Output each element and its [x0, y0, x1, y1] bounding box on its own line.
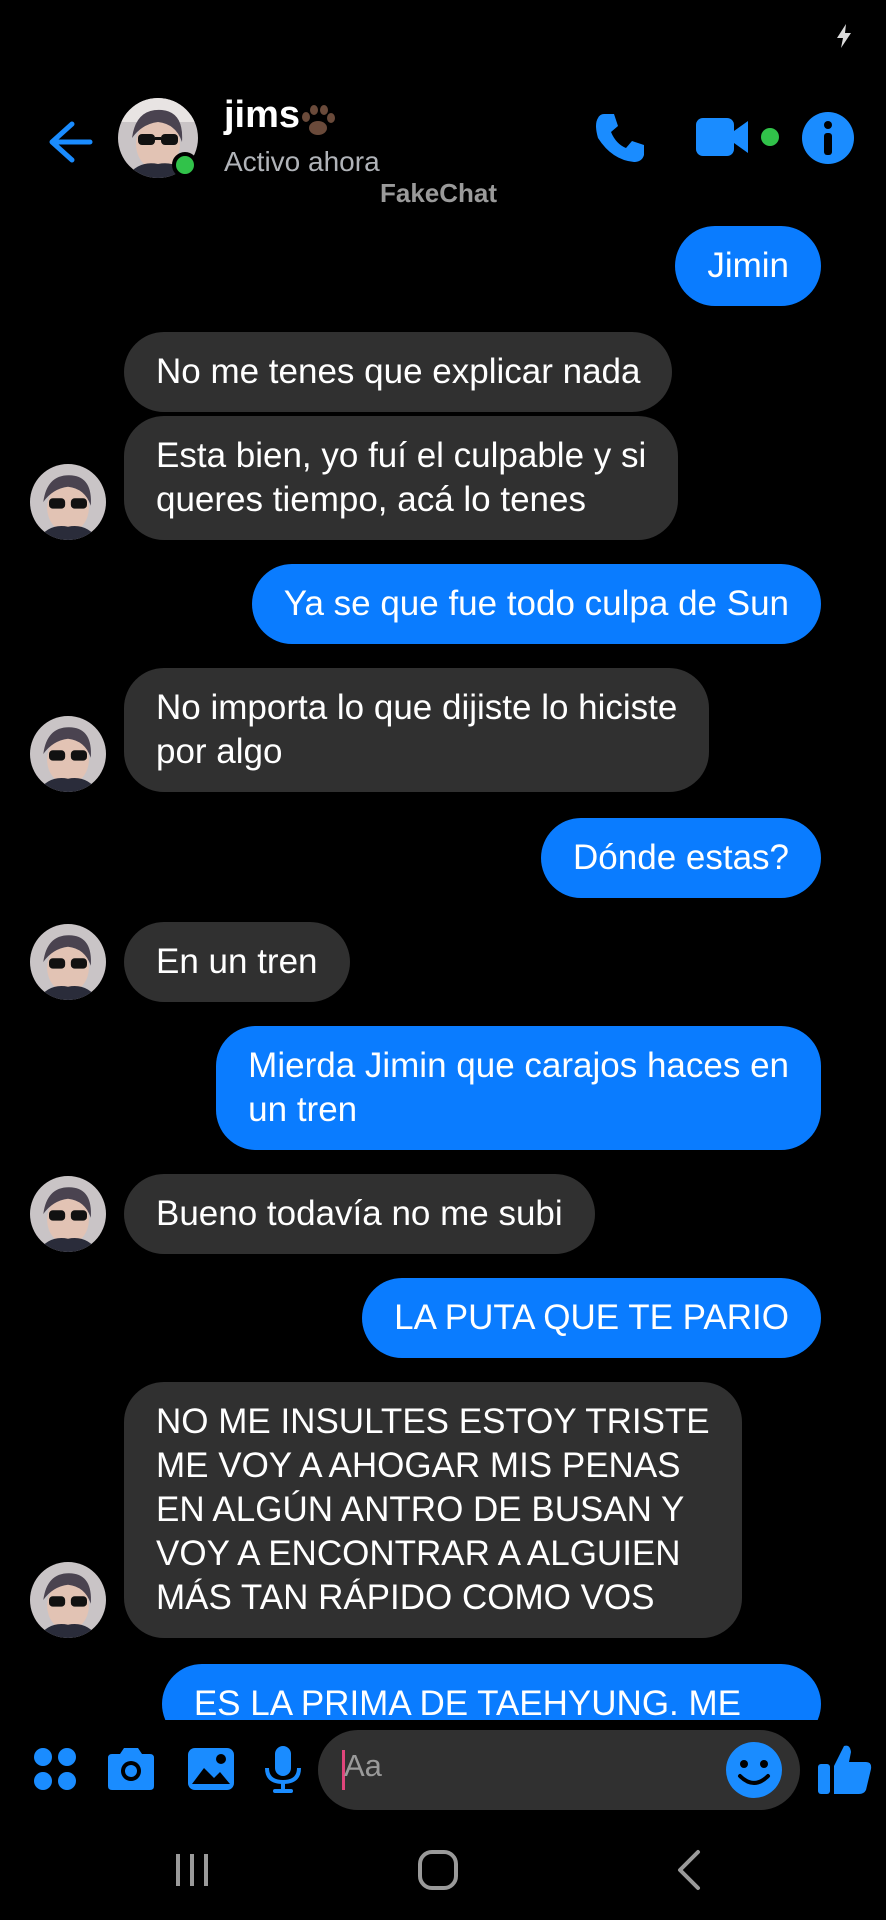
message-bubble-incoming[interactable]: Bueno todavía no me subi	[124, 1174, 595, 1254]
emoji-icon[interactable]	[722, 1738, 786, 1802]
message-bubble-outgoing[interactable]: Mierda Jimin que carajos haces en un tre…	[216, 1026, 821, 1150]
message-bubble-incoming[interactable]: No importa lo que dijiste lo hiciste por…	[124, 668, 710, 792]
recent-apps-icon[interactable]	[172, 1850, 212, 1890]
phone-icon[interactable]	[590, 108, 650, 168]
contact-status: Activo ahora	[224, 146, 380, 177]
contact-avatar-small[interactable]	[30, 1176, 106, 1252]
back-chevron-icon[interactable]	[672, 1848, 704, 1892]
message-composer: Aa	[0, 1720, 886, 1820]
message-bubble-incoming[interactable]: No me tenes que explicar nada	[124, 332, 673, 412]
chat-header: jims Activo ahora FakeChat	[0, 90, 886, 220]
contact-avatar-small[interactable]	[30, 924, 106, 1000]
message-bubble-incoming[interactable]: Esta bien, yo fuí el culpable y si quere…	[124, 416, 679, 540]
online-status-dot	[172, 152, 198, 178]
microphone-icon[interactable]	[256, 1742, 310, 1796]
message-bubble-outgoing[interactable]: Jimin	[675, 226, 821, 306]
message-list[interactable]: Jimin No me tenes que explicar nada Esta…	[0, 222, 886, 1720]
message-bubble-outgoing[interactable]: Dónde estas?	[541, 818, 821, 898]
video-camera-icon[interactable]	[692, 112, 782, 162]
message-bubble-outgoing[interactable]: ES LA PRIMA DE TAEHYUNG. ME	[161, 1664, 821, 1720]
camera-icon[interactable]	[104, 1742, 158, 1796]
charging-icon	[837, 24, 851, 48]
info-icon[interactable]	[800, 110, 856, 166]
image-icon[interactable]	[184, 1742, 238, 1796]
contact-avatar-small[interactable]	[30, 464, 106, 540]
system-nav-bar	[0, 1820, 886, 1920]
message-bubble-incoming[interactable]: En un tren	[124, 922, 350, 1002]
watermark: FakeChat	[380, 178, 498, 208]
message-input-placeholder: Aa	[344, 1748, 382, 1783]
message-bubble-outgoing[interactable]: Ya se que fue todo culpa de Sun	[251, 564, 821, 644]
message-bubble-incoming[interactable]: NO ME INSULTES ESTOY TRISTE ME VOY A AHO…	[124, 1382, 742, 1638]
message-bubble-outgoing[interactable]: LA PUTA QUE TE PARIO	[362, 1278, 821, 1358]
contact-avatar-small[interactable]	[30, 1562, 106, 1638]
back-arrow-icon[interactable]	[38, 112, 98, 172]
home-icon[interactable]	[416, 1848, 460, 1892]
contact-avatar-small[interactable]	[30, 716, 106, 792]
message-input[interactable]: Aa	[318, 1730, 800, 1810]
thumbs-up-icon[interactable]	[816, 1740, 874, 1798]
four-dots-icon[interactable]	[28, 1742, 82, 1796]
contact-name[interactable]: jims	[224, 94, 300, 137]
paw-icon	[302, 105, 335, 135]
status-bar	[0, 0, 886, 70]
